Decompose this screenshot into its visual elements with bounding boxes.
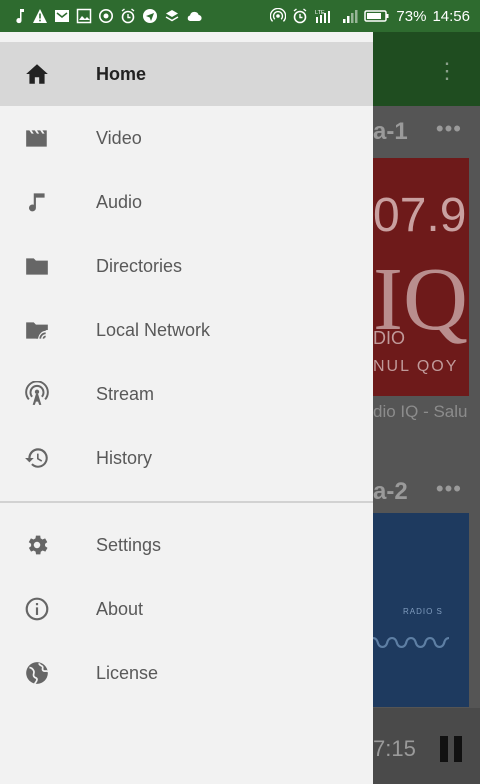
alarm-icon xyxy=(120,8,136,24)
clock: 14:56 xyxy=(432,7,470,25)
drawer-item-label: Local Network xyxy=(96,319,211,340)
warning-icon xyxy=(32,8,48,24)
hotspot-icon xyxy=(270,8,287,24)
section-title-2: a-2 xyxy=(373,478,408,505)
card-2-calligraphy: 〰〰 xyxy=(373,624,450,666)
drawer-item-home[interactable]: Home xyxy=(0,42,373,106)
drawer-item-local-network[interactable]: Local Network xyxy=(0,298,373,362)
drawer-item-license[interactable]: License xyxy=(0,641,373,705)
mini-player[interactable]: 7:15 xyxy=(373,708,480,784)
status-bar-notifications xyxy=(10,8,202,24)
radio-card-2[interactable]: RADIO S 〰〰 xyxy=(373,513,469,707)
pause-icon[interactable] xyxy=(440,736,462,762)
cloud-icon xyxy=(186,8,202,24)
drawer-item-settings[interactable]: Settings xyxy=(0,513,373,577)
card-1-caption: dio IQ - Salu xyxy=(373,402,468,421)
drawer-item-label: Audio xyxy=(96,191,143,212)
overflow-menu-icon[interactable]: ⋮ xyxy=(436,58,458,84)
mail-icon xyxy=(54,8,70,24)
history-icon xyxy=(24,445,50,471)
drawer-item-stream[interactable]: Stream xyxy=(0,362,373,426)
card-1-sub2: NUL QOY xyxy=(373,358,459,375)
drawer-item-label: History xyxy=(96,447,153,468)
send-icon xyxy=(142,8,158,24)
drawer-item-about[interactable]: About xyxy=(0,577,373,641)
network-folder-icon xyxy=(24,317,50,343)
home-icon xyxy=(24,61,50,87)
battery-icon xyxy=(364,8,390,24)
radio-card-1[interactable]: 07.9 IQ DIO NUL QOY xyxy=(373,158,469,396)
drawer-item-label: License xyxy=(96,662,159,683)
drawer-item-label: About xyxy=(96,598,144,619)
card-1-number: 07.9 xyxy=(373,189,467,242)
drawer-item-directories[interactable]: Directories xyxy=(0,234,373,298)
section-title-1: a-1 xyxy=(373,118,408,145)
globe-icon xyxy=(24,660,50,686)
drawer-item-label: Home xyxy=(96,63,147,84)
image-icon xyxy=(76,8,92,24)
section-more-icon-1[interactable]: ••• xyxy=(436,116,462,142)
drawer-item-label: Directories xyxy=(96,255,183,276)
section-more-icon-2[interactable]: ••• xyxy=(436,476,462,502)
signal-icon xyxy=(342,8,358,24)
status-bar-system: LTE 73% 14:56 xyxy=(270,8,470,25)
drawer-item-audio[interactable]: Audio xyxy=(0,170,373,234)
card-1-sub1: DIO xyxy=(373,328,406,348)
player-time: 7:15 xyxy=(373,736,416,761)
battery-percent: 73% xyxy=(396,7,427,25)
video-icon xyxy=(24,125,50,151)
lte-signal-icon: LTE xyxy=(314,8,336,24)
drawer-item-video[interactable]: Video xyxy=(0,106,373,170)
drawer-item-label: Video xyxy=(96,127,142,148)
target-icon xyxy=(98,8,114,24)
music-note-icon xyxy=(24,189,50,215)
music-note-icon xyxy=(10,8,26,24)
status-bar: LTE 73% 14:56 xyxy=(0,0,480,32)
folder-icon xyxy=(24,253,50,279)
layers-icon xyxy=(164,8,180,24)
drawer-item-label: Settings xyxy=(96,534,162,555)
drawer-divider xyxy=(0,501,373,503)
stream-icon xyxy=(24,381,50,407)
info-icon xyxy=(24,596,50,622)
drawer-item-history[interactable]: History xyxy=(0,426,373,490)
alarm-clock-icon xyxy=(292,8,308,24)
drawer-item-label: Stream xyxy=(96,383,155,404)
gear-icon xyxy=(24,532,50,558)
navigation-drawer: Home Video Audio Directories Local Netwo… xyxy=(0,32,373,784)
